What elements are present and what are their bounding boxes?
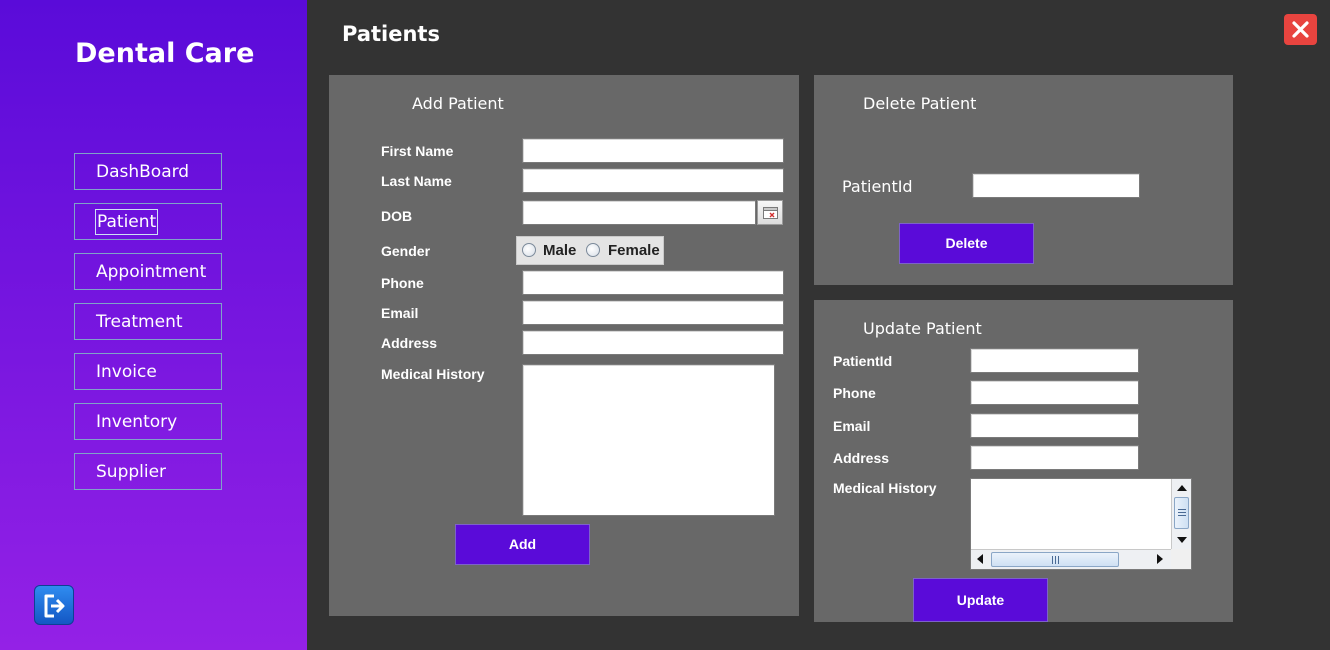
sidebar-item-label: DashBoard [96,162,190,182]
first-name-field[interactable] [522,138,784,163]
sidebar-item-inventory[interactable]: Inventory [74,403,222,440]
sidebar-item-treatment[interactable]: Treatment [74,303,222,340]
medical-history-label: Medical History [381,366,485,382]
last-name-label: Last Name [381,173,452,189]
gender-male-label: Male [543,242,577,259]
delete-patient-id-field[interactable] [972,173,1140,198]
vertical-scrollbar[interactable] [1171,479,1191,551]
first-name-input[interactable] [523,139,783,162]
first-name-label: First Name [381,143,454,159]
update-phone-field[interactable] [970,380,1139,405]
update-address-input[interactable] [971,446,1138,469]
gender-female-radio[interactable] [586,243,600,257]
horizontal-scroll-thumb[interactable] [991,552,1119,567]
medical-history-textarea[interactable] [523,365,774,515]
sidebar-item-label: Supplier [96,462,167,482]
add-button[interactable]: Add [455,524,590,565]
dob-field[interactable] [522,200,756,225]
brand-title: Dental Care [75,38,255,69]
close-icon [1292,21,1309,38]
address-label: Address [381,335,438,351]
calendar-icon [763,207,778,219]
close-button[interactable] [1284,14,1317,45]
sidebar: Dental Care DashBoard Patient Appointmen… [0,0,307,650]
phone-field[interactable] [522,270,784,295]
update-phone-label: Phone [833,385,876,401]
delete-patient-id-label: PatientId [842,177,913,196]
delete-patient-id-input[interactable] [973,174,1139,197]
update-patient-title: Update Patient [863,319,982,338]
sidebar-item-label: Treatment [96,312,183,332]
vertical-scroll-thumb[interactable] [1174,497,1189,529]
medical-history-field[interactable] [522,364,775,516]
update-address-field[interactable] [970,445,1139,470]
calendar-button[interactable] [757,200,783,225]
sidebar-item-patient[interactable]: Patient [74,203,222,240]
update-medical-history-label: Medical History [833,480,937,496]
logout-icon [44,594,65,618]
update-patient-id-input[interactable] [971,349,1138,372]
page-title: Patients [342,22,440,46]
sidebar-item-label: Inventory [96,412,178,432]
horizontal-scrollbar[interactable] [971,549,1173,569]
update-medical-history-text[interactable] [971,479,1171,549]
gender-female-label: Female [608,242,660,259]
last-name-field[interactable] [522,168,784,193]
logout-button[interactable] [34,585,74,625]
address-field[interactable] [522,330,784,355]
sidebar-item-label: Invoice [96,362,157,382]
email-field[interactable] [522,300,784,325]
update-patient-id-field[interactable] [970,348,1139,373]
dob-label: DOB [381,208,413,224]
update-medical-history-scrollpane[interactable] [970,478,1192,570]
phone-label: Phone [381,275,424,291]
update-button[interactable]: Update [913,578,1048,622]
update-email-field[interactable] [970,413,1139,438]
gender-label: Gender [381,243,431,259]
update-phone-input[interactable] [971,381,1138,404]
sidebar-item-dashboard[interactable]: DashBoard [74,153,222,190]
gender-male-radio[interactable] [522,243,536,257]
dob-input[interactable] [523,201,755,224]
last-name-input[interactable] [523,169,783,192]
scroll-corner [1171,549,1191,569]
email-input[interactable] [523,301,783,324]
update-address-label: Address [833,450,890,466]
add-patient-title: Add Patient [412,94,504,113]
sidebar-item-appointment[interactable]: Appointment [74,253,222,290]
sidebar-item-supplier[interactable]: Supplier [74,453,222,490]
delete-patient-title: Delete Patient [863,94,977,113]
email-label: Email [381,305,419,321]
scroll-right-icon[interactable] [1157,554,1163,564]
gender-radio-group: Male Female [516,236,664,265]
sidebar-item-label: Patient [95,209,159,235]
update-patient-id-label: PatientId [833,353,893,369]
sidebar-item-label: Appointment [96,262,207,282]
scroll-left-icon[interactable] [977,554,983,564]
address-input[interactable] [523,331,783,354]
phone-input[interactable] [523,271,783,294]
scroll-down-icon[interactable] [1177,537,1187,543]
scroll-up-icon[interactable] [1177,485,1187,491]
update-email-input[interactable] [971,414,1138,437]
update-email-label: Email [833,418,871,434]
sidebar-item-invoice[interactable]: Invoice [74,353,222,390]
delete-button[interactable]: Delete [899,223,1034,264]
